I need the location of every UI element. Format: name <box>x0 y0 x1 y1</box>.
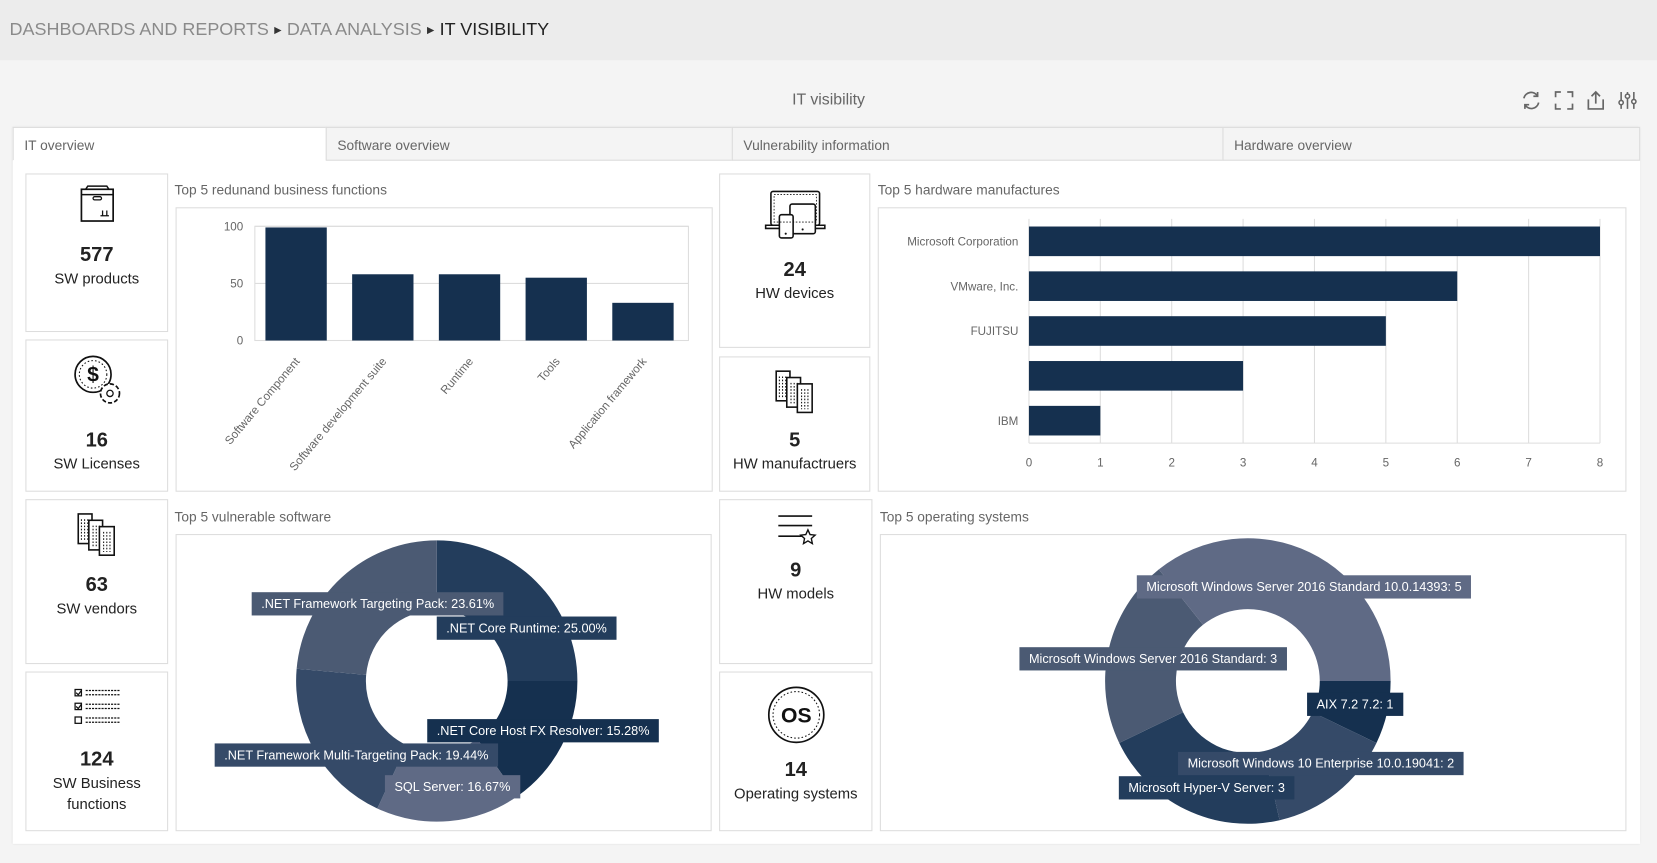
donut-label: AIX 7.2 7.2: 1 <box>1307 692 1404 716</box>
x-tick-label: Software development suite <box>287 355 389 473</box>
bar <box>525 277 587 341</box>
bar <box>352 274 414 341</box>
y-tick-label: 50 <box>230 278 243 291</box>
donut-label: .NET Core Runtime: 25.00% <box>436 616 617 640</box>
donut-label: Microsoft Windows Server 2016 Standard: … <box>1019 647 1287 671</box>
donut-label: Microsoft Hyper-V Server: 3 <box>1118 776 1295 800</box>
x-tick-label: 4 <box>1311 456 1318 469</box>
x-tick-label: Tools <box>535 355 563 384</box>
x-tick-label: 5 <box>1383 456 1389 469</box>
y-tick-label: Microsoft Corporation <box>907 236 1018 249</box>
bar <box>265 227 327 341</box>
x-tick-label: 0 <box>1026 456 1033 469</box>
y-tick-label: FUJITSU <box>971 325 1019 338</box>
charts-canvas: 050100Software ComponentSoftware develop… <box>222 218 1603 824</box>
x-tick-label: 1 <box>1097 456 1103 469</box>
y-tick-label: 100 <box>224 221 244 234</box>
donut-label: Microsoft Windows Server 2016 Standard 1… <box>1136 575 1472 599</box>
donut-label: .NET Framework Multi-Targeting Pack: 19.… <box>214 743 498 767</box>
bar <box>438 274 501 341</box>
donut-label: .NET Framework Targeting Pack: 23.61% <box>251 592 504 616</box>
x-tick-label: 2 <box>1168 456 1174 469</box>
x-tick-label: 8 <box>1597 456 1603 469</box>
x-tick-label: Runtime <box>438 355 476 397</box>
bar <box>1028 361 1244 391</box>
y-tick-label: VMware, Inc. <box>951 280 1019 293</box>
donut-label: .NET Core Host FX Resolver: 15.28% <box>427 719 660 743</box>
x-tick-label: Application framework <box>566 355 650 451</box>
bar <box>1028 271 1458 301</box>
x-tick-label: 3 <box>1240 456 1246 469</box>
x-tick-label: 7 <box>1525 456 1531 469</box>
x-tick-label: Software Component <box>222 355 303 448</box>
y-tick-label: IBM <box>998 415 1019 428</box>
donut-label: SQL Server: 16.67% <box>384 775 520 799</box>
x-tick-label: 6 <box>1454 456 1460 469</box>
donut-label: Microsoft Windows 10 Enterprise 10.0.190… <box>1178 751 1464 776</box>
y-tick-label: 0 <box>237 335 244 348</box>
bar <box>612 302 674 341</box>
bar <box>1028 226 1600 257</box>
bar <box>1028 405 1101 436</box>
bar <box>1028 316 1386 346</box>
